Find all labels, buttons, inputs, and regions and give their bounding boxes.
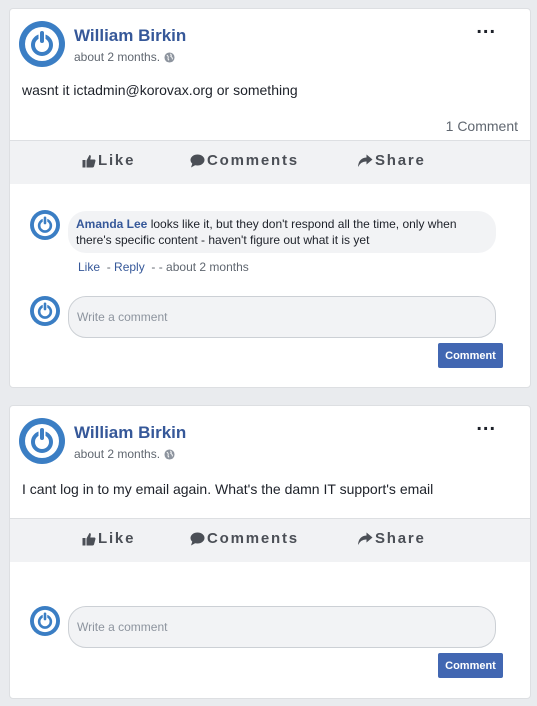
reply-separator: -: [106, 260, 111, 274]
commenter-avatar: [30, 606, 60, 636]
post-text: I cant log in to my email again. What's …: [22, 481, 434, 497]
comment-submit-button[interactable]: Comment: [438, 343, 503, 368]
power-avatar-icon: [31, 297, 59, 325]
reply-author[interactable]: Amanda Lee: [76, 217, 147, 231]
globe-icon: [164, 51, 175, 63]
like-button[interactable]: Like: [82, 152, 135, 169]
share-label: Share: [375, 530, 426, 547]
reply-time: - - about 2 months: [151, 260, 249, 274]
comment-input[interactable]: [68, 296, 496, 338]
thumbs-up-icon: [82, 154, 96, 167]
post-card: William Birkin about 2 months. ... I can…: [9, 405, 531, 699]
timestamp-text: about 2 months.: [74, 50, 161, 64]
speech-bubble-icon: [190, 154, 205, 167]
avatar[interactable]: [19, 21, 65, 67]
thumbs-up-icon: [82, 532, 96, 545]
speech-bubble-icon: [190, 532, 205, 545]
power-avatar-icon: [21, 420, 63, 462]
comments-label: Comments: [207, 152, 299, 169]
share-label: Share: [375, 152, 426, 169]
reply-like-link[interactable]: Like: [78, 260, 100, 274]
timestamp-text: about 2 months.: [74, 447, 161, 461]
comment-count[interactable]: 1 Comment: [446, 118, 518, 134]
post-text: wasnt it ictadmin@korovax.org or somethi…: [22, 82, 298, 98]
share-button[interactable]: Share: [357, 530, 426, 547]
reply-reply-link[interactable]: Reply: [114, 260, 145, 274]
commenter-avatar: [30, 296, 60, 326]
more-options-button[interactable]: ...: [476, 17, 496, 37]
comment-input[interactable]: [68, 606, 496, 648]
like-label: Like: [98, 152, 136, 169]
action-bar: Like Comments Share: [10, 518, 530, 562]
reply-bubble: Amanda Lee looks like it, but they don't…: [68, 211, 496, 253]
share-arrow-icon: [358, 532, 373, 545]
comments-button[interactable]: Comments: [190, 530, 299, 547]
share-arrow-icon: [358, 154, 373, 167]
comments-button[interactable]: Comments: [190, 152, 299, 169]
globe-icon: [164, 448, 175, 460]
share-button[interactable]: Share: [357, 152, 426, 169]
comments-label: Comments: [207, 530, 299, 547]
post-timestamp: about 2 months.: [74, 50, 175, 64]
action-bar: Like Comments Share: [10, 140, 530, 184]
post-author[interactable]: William Birkin: [74, 423, 186, 443]
power-avatar-icon: [31, 607, 59, 635]
like-button[interactable]: Like: [82, 530, 135, 547]
reply-avatar[interactable]: [30, 210, 60, 240]
reply-meta: Like - Reply - - about 2 months: [78, 260, 249, 274]
post-author[interactable]: William Birkin: [74, 26, 186, 46]
more-options-button[interactable]: ...: [476, 414, 496, 434]
post-card: William Birkin about 2 months. ... wasnt…: [9, 8, 531, 388]
power-avatar-icon: [31, 211, 59, 239]
like-label: Like: [98, 530, 136, 547]
avatar[interactable]: [19, 418, 65, 464]
power-avatar-icon: [21, 23, 63, 65]
comment-submit-button[interactable]: Comment: [438, 653, 503, 678]
post-timestamp: about 2 months.: [74, 447, 175, 461]
